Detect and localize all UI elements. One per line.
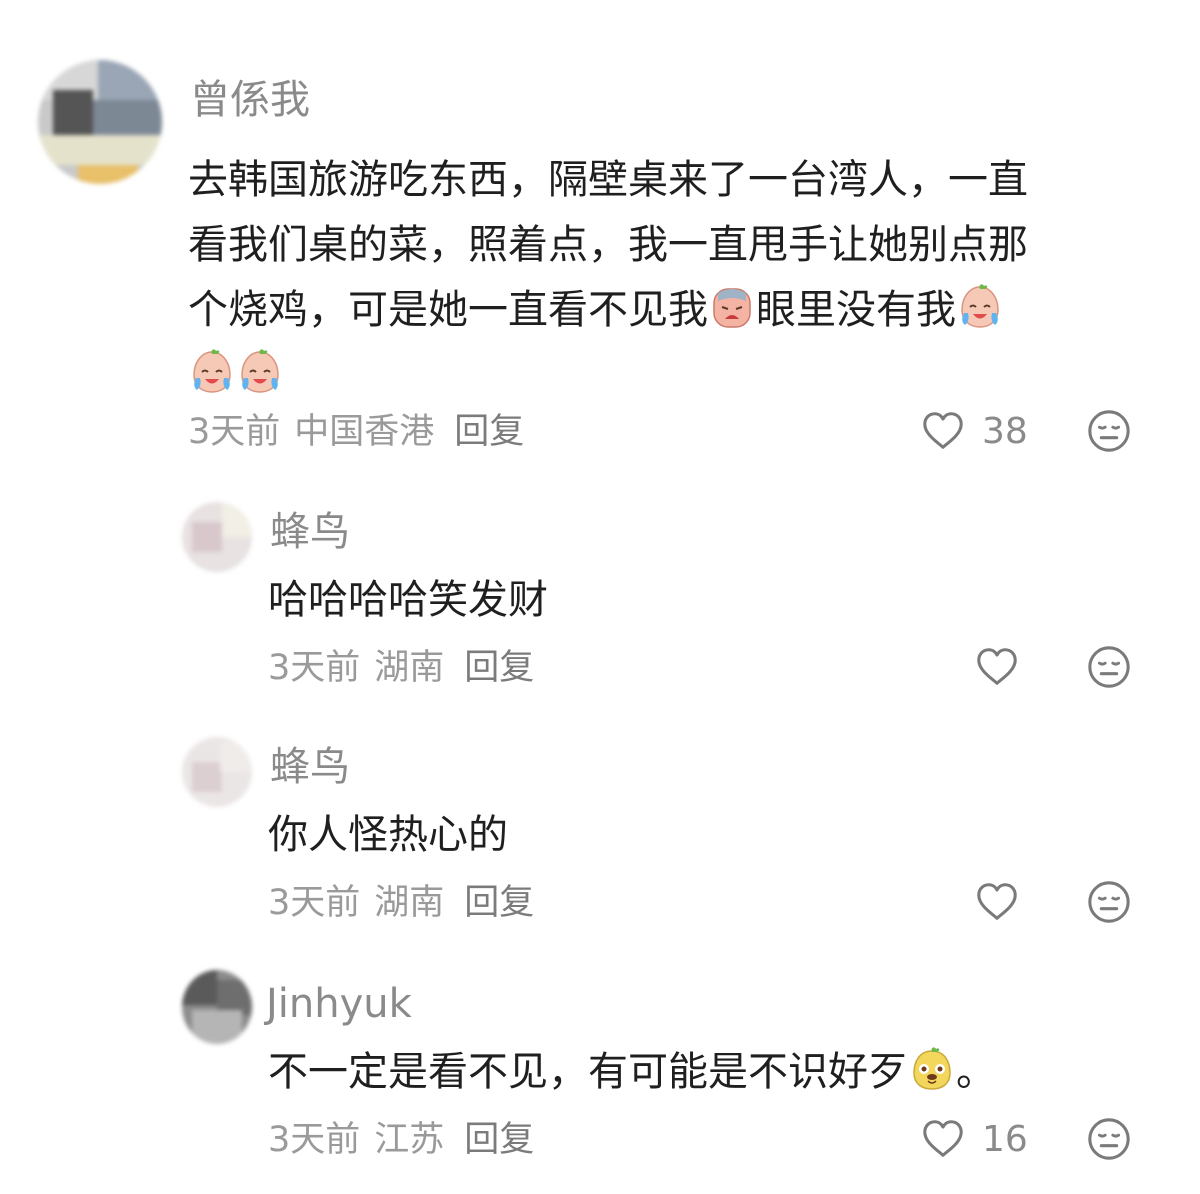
avatar[interactable] [182,737,252,807]
comment-location: 中国香港 [294,412,435,452]
comment-text-line: 个烧鸡，可是她一直看不见我 眼里没有我 [188,278,1168,343]
reply-button[interactable]: 回复 [454,412,524,452]
comment-text: 你人怪热心的 [268,812,508,858]
crying-emoji-icon [956,283,1004,331]
comment-text-line: 去韩国旅游吃东西，隔壁桌来了一台湾人，一直 [188,157,1028,203]
heart-outline-icon [974,644,1020,690]
comment-text-segment: 个烧鸡，可是她一直看不见我 [188,287,708,333]
comment-location: 湖南 [374,648,445,688]
like-button[interactable]: 38 [920,408,1028,454]
comment-text-line: 看我们桌的菜，照着点，我一直甩手让她别点那 [188,222,1028,268]
comment-text: 哈哈哈哈笑发财 [268,577,548,623]
neutral-face-icon[interactable] [1086,408,1132,454]
comment-meta: 3天前 湖南 回复 [268,646,548,690]
comment-time: 3天前 [188,412,281,452]
comment-text-line [188,343,1168,408]
username[interactable]: 曾係我 [190,76,310,124]
avatar[interactable] [182,502,252,572]
reply-item: Jinhyuk 不一定是看不见，有可能是不识好歹 。 3天前 江苏 回复 16 [0,960,1200,1194]
reply-button[interactable]: 回复 [464,883,534,923]
comment-time: 3天前 [268,883,361,923]
comment-location: 湖南 [374,883,445,923]
comment-location: 江苏 [374,1120,445,1160]
reply-item: 蜂鸟 你人怪热心的 3天前 湖南 回复 [0,725,1200,945]
comment-meta: 3天前 中国香港 回复 [188,410,538,454]
crying-emoji-icon [236,348,284,396]
like-button[interactable] [974,644,1020,690]
dog-smile-emoji-icon [908,1045,956,1093]
like-count: 16 [982,1118,1028,1160]
like-count: 38 [982,410,1028,452]
comment-text: 去韩国旅游吃东西，隔壁桌来了一台湾人，一直 看我们桌的菜，照着点，我一直甩手让她… [188,148,1168,408]
username[interactable]: 蜂鸟 [270,743,350,791]
comment-text-segment: 。 [956,1049,996,1095]
username[interactable]: Jinhyuk [266,980,412,1028]
comment-meta: 3天前 湖南 回复 [268,881,548,925]
reply-button[interactable]: 回复 [464,648,534,688]
comment-text-segment: 眼里没有我 [756,287,956,333]
comment-text-segment: 不一定是看不见，有可能是不识好歹 [268,1049,908,1095]
heart-outline-icon [920,1116,966,1162]
heart-outline-icon [974,879,1020,925]
reply-item: 蜂鸟 哈哈哈哈笑发财 3天前 湖南 回复 [0,490,1200,710]
username[interactable]: 蜂鸟 [270,508,350,556]
sad-emoji-icon [708,283,756,331]
avatar[interactable] [38,60,162,184]
neutral-face-icon[interactable] [1086,879,1132,925]
neutral-face-icon[interactable] [1086,644,1132,690]
reply-button[interactable]: 回复 [464,1120,534,1160]
like-button[interactable] [974,879,1020,925]
neutral-face-icon[interactable] [1086,1116,1132,1162]
avatar[interactable] [182,970,252,1044]
comment-text: 不一定是看不见，有可能是不识好歹 。 [268,1040,996,1105]
comment-time: 3天前 [268,1120,361,1160]
like-button[interactable]: 16 [920,1116,1028,1162]
comment-meta: 3天前 江苏 回复 [268,1118,548,1162]
crying-emoji-icon [188,348,236,396]
comment-time: 3天前 [268,648,361,688]
comment-item: 曾係我 去韩国旅游吃东西，隔壁桌来了一台湾人，一直 看我们桌的菜，照着点，我一直… [0,0,1200,470]
heart-outline-icon [920,408,966,454]
